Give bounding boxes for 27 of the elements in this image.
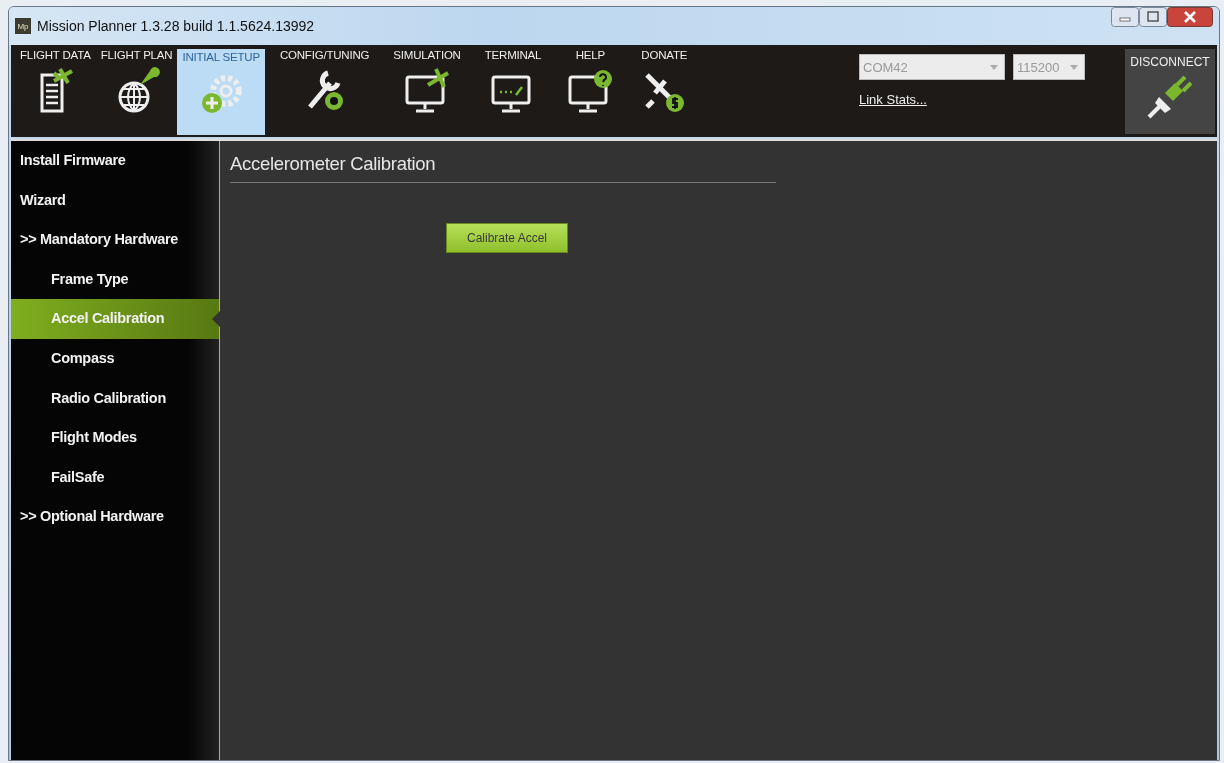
maximize-icon[interactable]: [1139, 7, 1167, 27]
sidebar-item[interactable]: Wizard: [11, 180, 219, 221]
sidebar-item[interactable]: FailSafe: [11, 457, 219, 498]
sidebar-item[interactable]: Radio Calibration: [11, 378, 219, 419]
close-icon[interactable]: [1167, 7, 1213, 27]
window-title: Mission Planner 1.3.28 build 1.1.5624.13992: [37, 18, 315, 34]
toolbar-tab[interactable]: INITIAL SETUP: [177, 49, 265, 135]
sidebar-item[interactable]: Install Firmware: [11, 141, 219, 181]
link-stats-link[interactable]: Link Stats...: [859, 92, 927, 107]
sidebar-item[interactable]: Frame Type: [11, 259, 219, 300]
toolbar-tab[interactable]: DONATE: [634, 45, 695, 137]
toolbar-tab[interactable]: CONFIG/TUNING: [274, 45, 375, 137]
minimize-icon[interactable]: [1111, 7, 1139, 27]
sidebar-item[interactable]: Flight Modes: [11, 418, 219, 458]
toolbar-tab[interactable]: FLIGHT DATA: [11, 45, 96, 137]
sidebar-item[interactable]: >> Mandatory Hardware: [11, 220, 219, 260]
app-logo: Mp: [15, 18, 31, 34]
toolbar-tab[interactable]: TERMINAL: [479, 45, 547, 137]
sidebar-item[interactable]: >> Optional Hardware: [11, 497, 219, 537]
section-title: Accelerometer Calibration: [230, 153, 776, 183]
calibrate-button[interactable]: Calibrate Accel: [446, 223, 568, 253]
toolbar-tab[interactable]: HELP: [560, 45, 621, 137]
disconnect-button[interactable]: DISCONNECT: [1125, 49, 1215, 134]
sidebar-item[interactable]: Compass: [11, 338, 219, 379]
plug-icon: [1145, 75, 1195, 119]
toolbar-tab[interactable]: FLIGHT PLAN: [95, 45, 178, 137]
toolbar-tab[interactable]: SIMULATION: [388, 45, 466, 137]
